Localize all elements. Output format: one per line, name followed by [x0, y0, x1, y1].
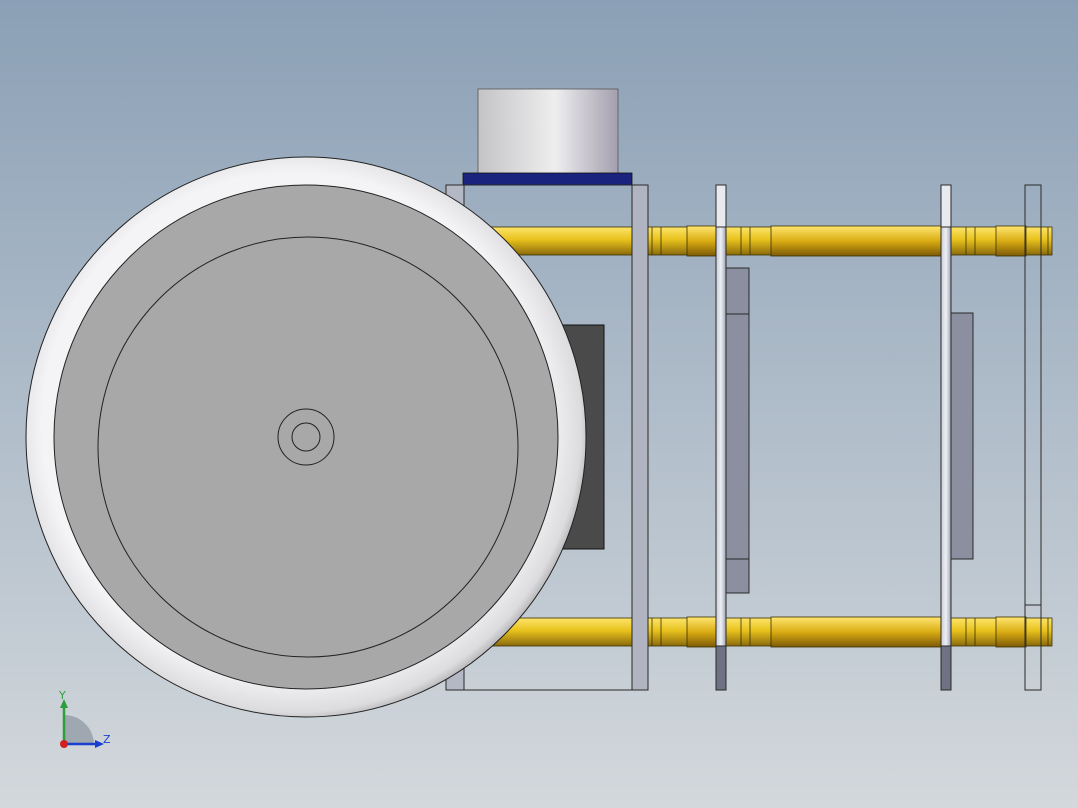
hex-spacer	[770, 616, 942, 648]
x-axis-dot-icon	[60, 740, 68, 748]
cylinder-band	[462, 172, 633, 186]
circuit-board	[724, 267, 750, 594]
y-axis-label: Y	[58, 689, 66, 702]
lower-standoff-rod[interactable]	[479, 616, 1053, 648]
frame-plate-1[interactable]	[631, 184, 649, 691]
hex-spacer	[770, 225, 942, 257]
z-axis-label: Z	[103, 733, 111, 746]
hex-spacer	[995, 616, 1027, 648]
upper-standoff-rod[interactable]	[479, 225, 1053, 257]
hex-spacer	[995, 225, 1027, 257]
graphics-viewport[interactable]: Y Z	[0, 0, 1078, 808]
hex-spacer	[686, 616, 718, 648]
hex-spacer	[686, 225, 718, 257]
wheel-face	[53, 184, 559, 690]
circuit-board	[949, 312, 974, 560]
model-view[interactable]: Y Z	[0, 0, 1078, 808]
drive-wheel[interactable]	[25, 156, 587, 718]
top-cylinder[interactable]	[462, 88, 633, 186]
